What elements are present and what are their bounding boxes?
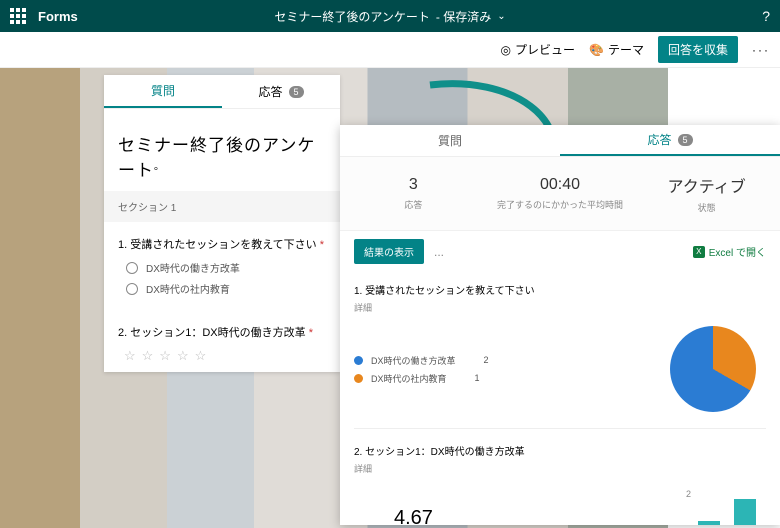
stat-status: アクティブ状態 [633,157,780,230]
show-results-button[interactable]: 結果の表示 [354,239,424,264]
pie-chart [670,326,756,412]
doc-title: セミナー終了後のアンケート [274,8,430,25]
collect-responses-button[interactable]: 回答を収集 [658,36,738,63]
radio-icon [126,283,138,295]
more-results-button[interactable]: ... [434,245,444,259]
preview-button[interactable]: プレビュー [501,41,576,58]
detail-link[interactable]: 詳細 [354,462,766,475]
bar-1 [698,521,720,525]
stats-row: 3応答 00:40完了するのにかかった平均時間 アクティブ状態 [340,157,780,231]
pie-legend: DX時代の働き方改革2 DX時代の社内教育1 [354,349,489,390]
form-tabs: 質問 応答5 [104,75,340,109]
app-launcher-icon[interactable] [10,8,26,24]
detail-link[interactable]: 詳細 [354,301,766,314]
legend-dot-icon [354,356,363,365]
excel-icon: X [693,246,705,258]
result-q1: 1. 受講されたセッションを教えて下さい 詳細 [340,272,780,326]
responses-tabs: 質問 応答5 [340,125,780,157]
bar-chart [698,493,756,525]
tab-questions[interactable]: 質問 [104,75,222,108]
open-in-excel-button[interactable]: XExcel で開く [693,244,766,259]
help-button[interactable]: ? [762,8,770,24]
result-q2: 2. セッション1：DX時代の働き方改革 詳細 [340,433,780,487]
theme-button[interactable]: テーマ [589,41,644,58]
app-name: Forms [38,9,78,24]
star-rating[interactable]: ☆☆☆☆☆ [118,348,326,364]
stat-avg-time: 00:40完了するのにかかった平均時間 [487,157,634,230]
response-count-badge: 5 [678,134,693,146]
tab-responses-2[interactable]: 応答5 [560,125,780,156]
q1-option-1[interactable]: DX時代の働き方改革 [126,260,326,275]
app-topbar: Forms セミナー終了後のアンケート - 保存済み ⌄ ? [0,0,780,32]
doc-status: - 保存済み [436,8,491,25]
divider [354,428,766,429]
command-bar: プレビュー テーマ 回答を収集 ··· [0,32,780,68]
legend-item-2: DX時代の社内教育1 [354,372,489,385]
avg-rating: 4.67 平均評価 [394,507,433,525]
results-action-row: 結果の表示 ... XExcel で開く [340,231,780,272]
form-title[interactable]: セミナー終了後のアンケート。 [104,109,340,191]
q1-option-2[interactable]: DX時代の社内教育 [126,281,326,296]
response-count-badge: 5 [289,86,304,98]
doc-title-area[interactable]: セミナー終了後のアンケート - 保存済み ⌄ [274,8,505,25]
radio-icon [126,262,138,274]
tab-questions-2[interactable]: 質問 [340,125,560,156]
chevron-down-icon[interactable]: ⌄ [497,11,505,22]
tab-responses[interactable]: 応答5 [222,75,340,108]
q1-chart-area: DX時代の働き方改革2 DX時代の社内教育1 [340,326,780,424]
legend-dot-icon [354,374,363,383]
q2-chart-area: 4.67 平均評価 [340,487,780,525]
question-1[interactable]: 1. 受講されたセッションを教えて下さい * DX時代の働き方改革 DX時代の社… [104,222,340,310]
bar-2 [734,499,756,525]
section-label: セクション 1 [104,191,340,222]
legend-item-1: DX時代の働き方改革2 [354,354,489,367]
stat-responses: 3応答 [340,157,487,230]
responses-panel: 質問 応答5 3応答 00:40完了するのにかかった平均時間 アクティブ状態 結… [340,125,780,525]
more-button[interactable]: ··· [752,43,770,57]
question-2[interactable]: 2. セッション1：DX時代の働き方改革 * ☆☆☆☆☆ [104,310,340,372]
form-editor-panel: 質問 応答5 セミナー終了後のアンケート。 セクション 1 1. 受講されたセッ… [104,75,340,372]
